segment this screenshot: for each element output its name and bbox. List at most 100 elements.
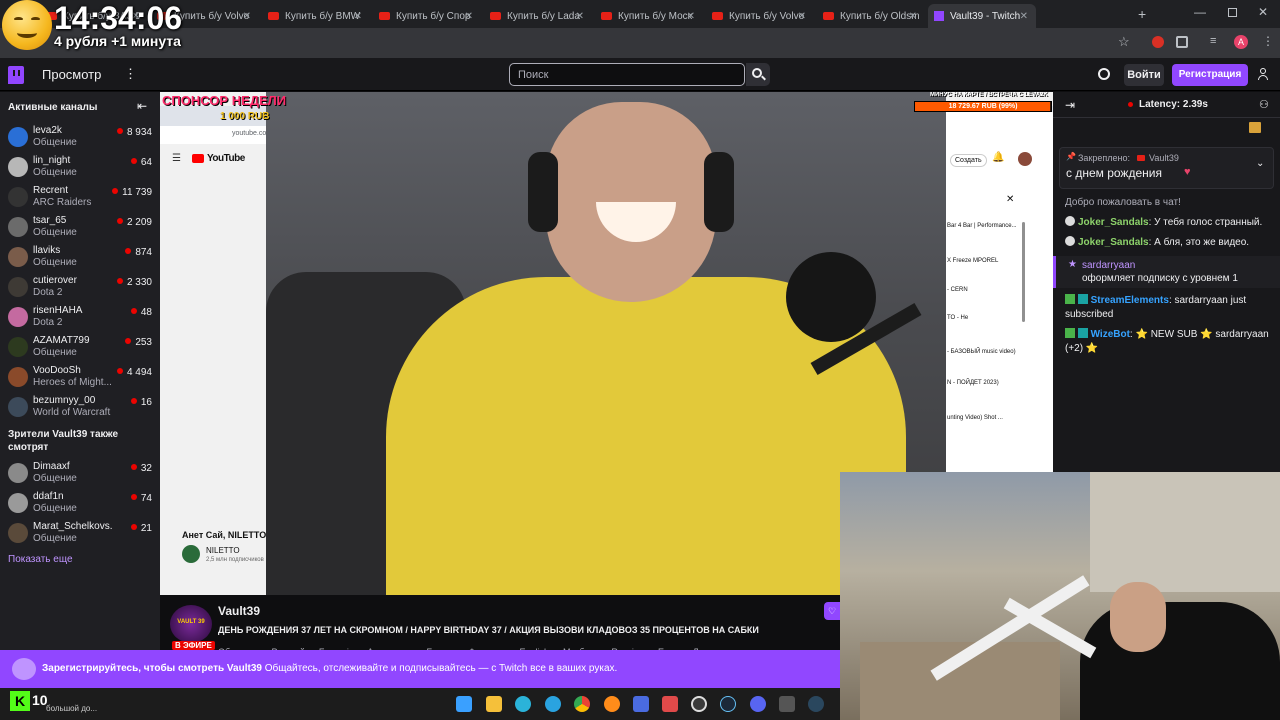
explorer-icon[interactable] [486,696,502,712]
sidebar-header-also: Зрители Vault39 также смотрят [8,429,119,453]
discord-icon[interactable] [750,696,766,712]
close-tab-icon[interactable]: ✕ [798,11,806,22]
browser-tab[interactable]: Купить б/у BMW ✕ [262,4,370,28]
yt-channel: NILETTO [206,546,240,555]
twitch-logo-icon[interactable] [8,66,24,84]
sidebar-channel[interactable]: leva2k Общение 8 934 [0,123,160,153]
chrome-icon[interactable] [574,696,590,712]
close-tab-icon[interactable]: ✕ [243,11,251,22]
chat-panel: ⇥ Latency: 2.39s ⚇ 📌 Закреплено: Vault39… [1053,92,1280,472]
edge-icon[interactable] [515,696,531,712]
steam-icon[interactable] [720,696,736,712]
channel-name[interactable]: Vault39 [218,604,260,618]
browser-tab[interactable]: Купить б/у Спор ✕ [373,4,481,28]
profile-avatar[interactable]: A [1234,35,1248,49]
channel-avatar [8,367,28,387]
close-tab-icon[interactable]: ✕ [687,11,695,22]
signup-button[interactable]: Регистрация [1172,64,1248,86]
close-tab-icon[interactable]: ✕ [1020,11,1028,22]
close-tab-icon[interactable]: ✕ [576,11,584,22]
channel-category: Heroes of Might... [33,377,112,388]
sidebar-channel[interactable]: risenHAHA Dota 2 48 [0,303,160,333]
banner-sub: Общайтесь, отслеживайте и подписывайтесь… [264,663,618,674]
address-bar[interactable]: ☆ ≡ A ⋮ [0,28,1280,58]
youtube-favicon-icon [712,12,723,20]
star-icon[interactable]: ☆ [1118,34,1130,50]
search-placeholder: Поиск [518,69,549,81]
obs-icon[interactable] [691,696,707,712]
skull-badge-icon [1065,236,1075,246]
steam2-icon[interactable] [808,696,824,712]
browser-tab[interactable]: Купить б/у Моск ✕ [595,4,703,28]
sub-user: sardarryaan [1082,260,1136,271]
channel-name: AZAMAT799 [33,335,90,346]
maximize-button[interactable] [1228,8,1237,17]
show-more-link[interactable]: Показать еще [8,554,73,565]
browse-link[interactable]: Просмотр [42,67,101,82]
user-icon[interactable] [1258,68,1268,80]
channel-category: Dota 2 [33,287,63,298]
new-tab-button[interactable]: + [1138,6,1146,22]
collapse-sidebar-icon[interactable]: ⇤ [137,99,147,113]
sidebar-channel[interactable]: VooDooSh Heroes of Might... 4 494 [0,363,160,393]
start-icon[interactable] [456,696,472,712]
sidebar-channel[interactable]: tsar_65 Общение 2 209 [0,213,160,243]
extension-icon[interactable] [1152,36,1164,48]
login-button[interactable]: Войти [1124,64,1164,86]
channel-avatar[interactable]: VAULT 39 [170,605,212,643]
close-tab-icon[interactable]: ✕ [465,11,473,22]
close-window-button[interactable]: ✕ [1258,5,1268,19]
chat-message-bot1: StreamElements: sardarryaan just subscri… [1065,294,1271,322]
channel-avatar [8,217,28,237]
banner-text: Зарегистрируйтесь, чтобы смотреть Vault3… [42,663,617,674]
close-tab-icon[interactable]: ✕ [909,11,917,22]
sidebar-channel[interactable]: ddaf1n Общение 74 [0,489,160,519]
star-icon: ★ [1068,259,1077,270]
pinned-message[interactable]: 📌 Закреплено: Vault39 с днем рождения ♥ … [1059,147,1274,189]
viewer-count: 64 [130,157,152,168]
browser-tab[interactable]: Купить б/у Oldsm ✕ [817,4,925,28]
sidebar-channel[interactable]: lin_night Общение 64 [0,153,160,183]
browser-tab[interactable]: Vault39 - Twitch ✕ [928,4,1036,28]
app-icon[interactable] [604,696,620,712]
browser-tab[interactable]: Купить б/у Volvo ✕ [706,4,814,28]
chat-username[interactable]: Joker_Sandals [1078,217,1149,228]
telegram-icon[interactable] [545,696,561,712]
live-dot-icon [130,158,137,164]
menu-icon[interactable]: ⋮ [1262,34,1274,48]
sidebar-channel[interactable]: llaviks Общение 874 [0,243,160,273]
prime-icon[interactable] [1098,68,1110,80]
more-menu-icon[interactable]: ⋮ [124,66,137,82]
expand-pin-icon[interactable]: ⌄ [1256,158,1264,169]
collapse-chat-icon[interactable]: ⇥ [1065,98,1075,112]
channel-avatar [8,157,28,177]
browser-tab-label: Купить б/у BMW [285,10,361,22]
signup-banner[interactable]: Зарегистрируйтесь, чтобы смотреть Vault3… [0,650,840,688]
banner-logo-icon [12,658,36,680]
close-tab-icon[interactable]: ✕ [354,11,362,22]
calculator-icon[interactable] [779,696,795,712]
sidebar-channel[interactable]: cutierover Dota 2 2 330 [0,273,160,303]
sidebar-channel[interactable]: AZAMAT799 Общение 253 [0,333,160,363]
screenshot-icon[interactable] [662,696,678,712]
chart-app-icon[interactable] [633,696,649,712]
sidebar-channel[interactable]: Marat_Schelkovs... Общение 21 [0,519,160,549]
chat-username[interactable]: Joker_Sandals [1078,237,1149,248]
bot2-user[interactable]: WizeBot [1091,329,1130,340]
browser-tab[interactable]: Купить б/у Lada ✕ [484,4,592,28]
follow-heart-icon[interactable]: ♡ [824,602,840,620]
minimize-button[interactable]: — [1194,5,1206,19]
search-input[interactable]: Поиск [509,63,745,86]
sidebar-channel[interactable]: Dimaaxf Общение 32 [0,459,160,489]
gift-icon[interactable] [1249,122,1261,133]
bot1-user[interactable]: StreamElements [1091,295,1169,306]
bot-badge2-icon [1077,328,1088,338]
puzzle-icon[interactable] [1176,36,1188,48]
media-icon[interactable]: ≡ [1210,35,1216,47]
search-button[interactable] [746,63,770,86]
users-icon[interactable]: ⚇ [1259,98,1269,111]
channel-category: Общение [33,473,77,484]
sidebar-channel[interactable]: Recrent ARC Raiders 11 739 [0,183,160,213]
sidebar-channel[interactable]: bezumnyy_00 World of Warcraft 16 [0,393,160,423]
bell-icon: 🔔 [992,152,1005,163]
